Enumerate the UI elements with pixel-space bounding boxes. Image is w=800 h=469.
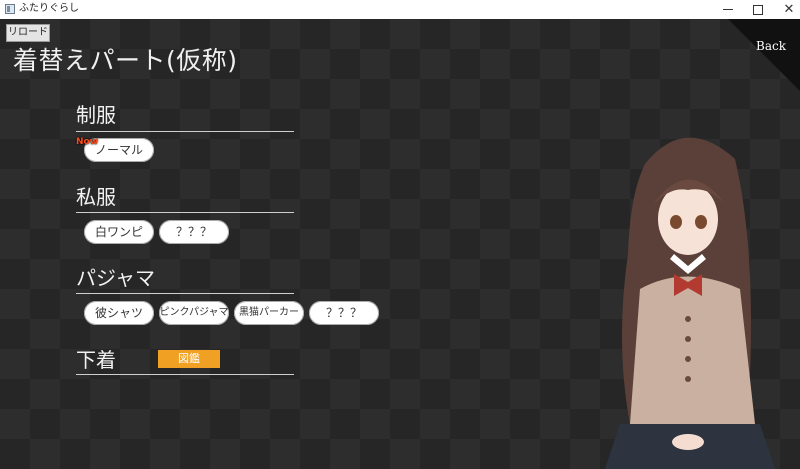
section-title-underwear: 下着	[76, 348, 116, 372]
outfit-button-unknown[interactable]: ？？？	[309, 301, 379, 325]
section-divider	[76, 131, 294, 132]
outfit-button-white-dress[interactable]: 白ワンピ	[84, 220, 154, 244]
close-button[interactable]: ✕	[771, 0, 800, 19]
section-divider	[76, 293, 294, 294]
page-title: 着替えパート(仮称)	[13, 46, 238, 75]
close-icon: ✕	[783, 2, 795, 17]
back-button[interactable]: Back	[756, 39, 786, 53]
reload-button[interactable]: リロード	[6, 24, 50, 42]
section-divider	[76, 374, 294, 375]
minimize-icon	[723, 9, 733, 10]
back-corner-shape[interactable]	[728, 19, 800, 91]
window-title: ふたりぐらし	[19, 3, 79, 14]
window-titlebar: ふたりぐらし ✕	[0, 0, 800, 20]
section-title-uniform: 制服	[76, 103, 116, 127]
outfit-button-black-cat-hoodie[interactable]: 黒猫パーカー	[234, 301, 304, 325]
maximize-icon	[753, 4, 763, 15]
app-icon	[5, 4, 15, 14]
game-area: Back リロード 着替えパート(仮称) 制服 ノーマル Now 私服 白ワンピ…	[0, 19, 800, 469]
gallery-button[interactable]: 図鑑	[158, 350, 220, 368]
section-title-pajama: パジャマ	[76, 266, 155, 290]
section-title-casual: 私服	[76, 185, 116, 209]
outfit-button-unknown[interactable]: ？？？	[159, 220, 229, 244]
outfit-button-boyfriend-shirt[interactable]: 彼シャツ	[84, 301, 154, 325]
section-divider	[76, 212, 294, 213]
outfit-button-pink-pajama[interactable]: ピンクパジャマ	[159, 301, 229, 325]
now-badge: Now	[76, 137, 99, 147]
character-illustration	[605, 137, 775, 469]
